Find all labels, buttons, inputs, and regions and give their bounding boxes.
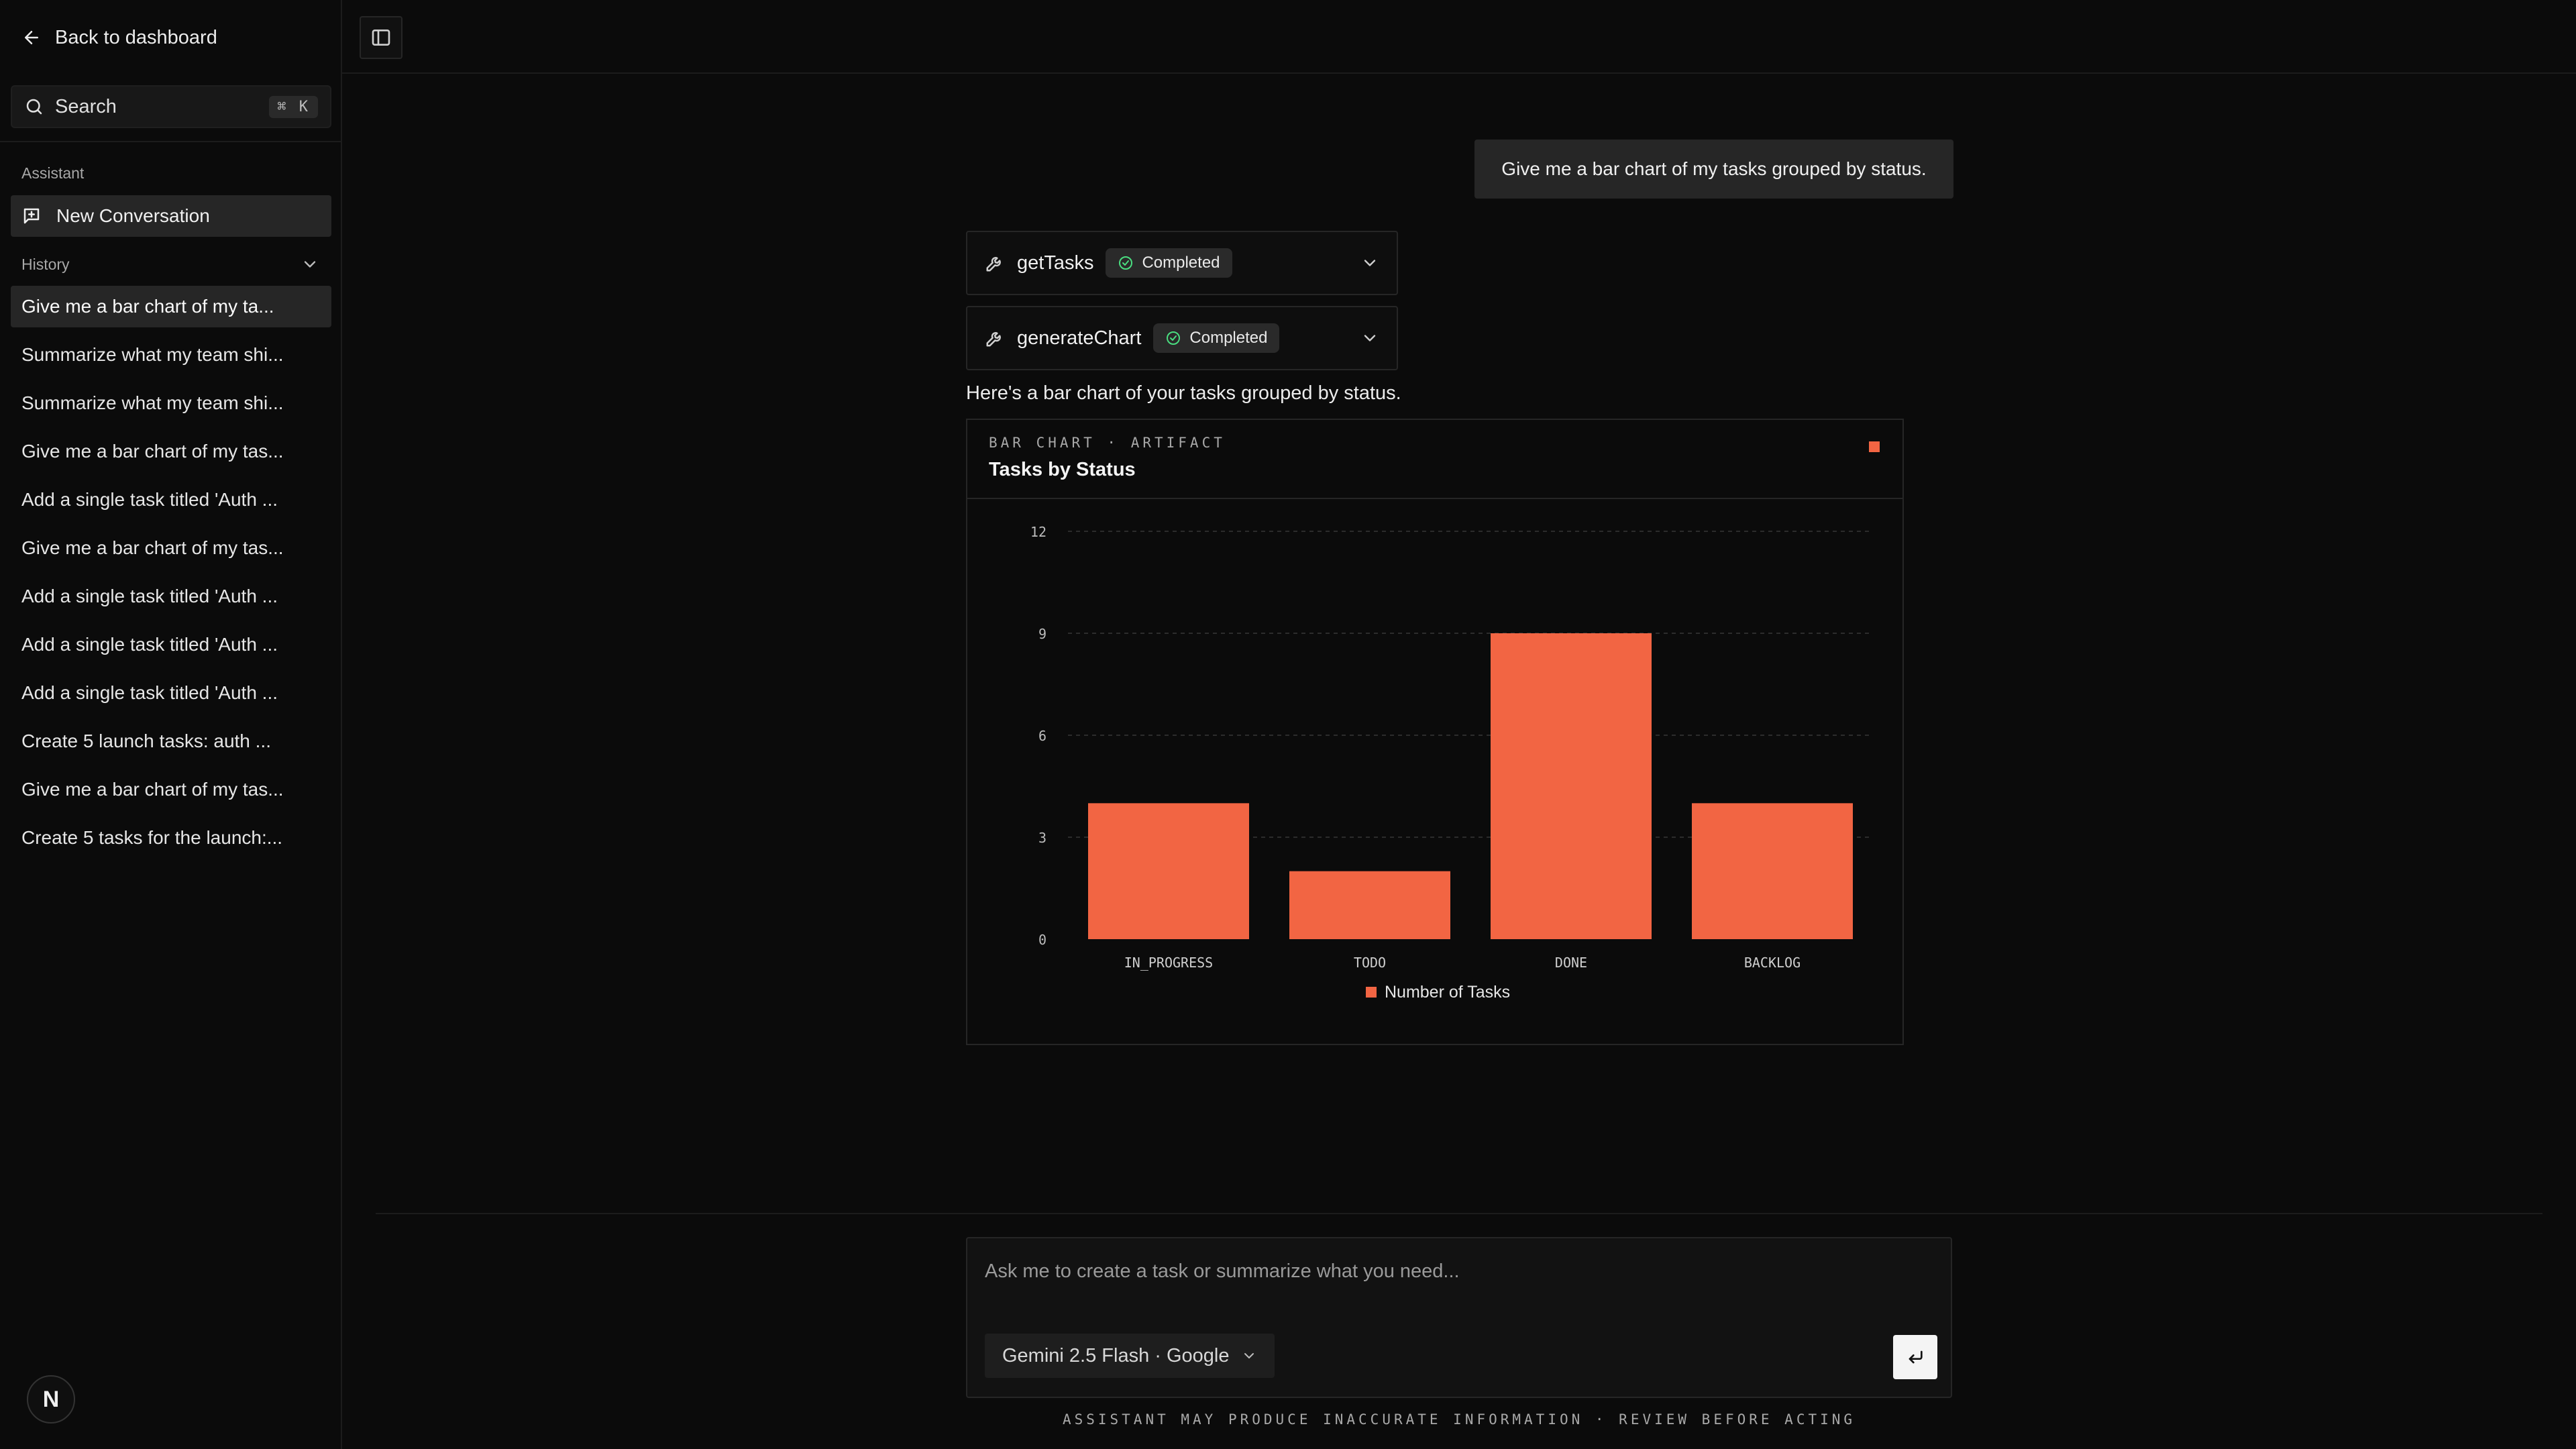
status-badge: Completed — [1153, 323, 1280, 353]
artifact-title: Tasks by Status — [989, 459, 1136, 480]
tool-name: generateChart — [1017, 327, 1142, 349]
arrow-left-icon — [25, 31, 38, 44]
y-tick-label: 12 — [1030, 524, 1046, 540]
history-list: Give me a bar chart of my ta... Summariz… — [11, 286, 331, 865]
user-message-text: Give me a bar chart of my tasks grouped … — [1501, 158, 1927, 179]
check-circle-icon — [1167, 331, 1181, 345]
app-logo[interactable]: N — [27, 1375, 75, 1424]
wrench-icon — [986, 257, 1001, 272]
wrench-icon — [986, 332, 1001, 347]
chart-artifact: BAR CHART · ARTIFACT Tasks by Status 0 3 6… — [966, 419, 1904, 1045]
history-item[interactable]: Summarize what my team shi... — [11, 334, 331, 376]
x-tick-label: IN_PROGRESS — [1124, 955, 1213, 971]
y-tick-label: 6 — [1038, 728, 1046, 744]
composer: Gemini 2.5 Flash · Google — [966, 1237, 1952, 1398]
user-message: Give me a bar chart of my tasks grouped … — [1474, 140, 1953, 199]
message-plus-icon — [23, 208, 40, 224]
history-item[interactable]: Summarize what my team shi... — [11, 382, 331, 424]
search-button[interactable]: Search ⌘ K — [11, 85, 331, 128]
sidebar-panel-icon — [372, 30, 390, 46]
chevron-down-icon — [1364, 335, 1376, 341]
status-badge: Completed — [1106, 248, 1232, 278]
new-conversation-label: New Conversation — [56, 205, 210, 226]
legend-label: Number of Tasks — [1385, 983, 1510, 1002]
history-item[interactable]: Add a single task titled 'Auth ... — [11, 624, 331, 665]
new-conversation-button[interactable]: New Conversation — [11, 195, 331, 237]
model-label: Gemini 2.5 Flash · Google — [1002, 1344, 1230, 1366]
x-tick-label: DONE — [1555, 955, 1587, 971]
y-tick-label: 0 — [1038, 932, 1046, 948]
sidebar-toggle-button[interactable] — [360, 16, 402, 59]
bar — [1692, 803, 1853, 939]
x-tick-label: BACKLOG — [1744, 955, 1801, 971]
y-tick-label: 9 — [1038, 626, 1046, 642]
top-bar — [342, 0, 2576, 74]
disclaimer: ASSISTANT MAY PRODUCE INACCURATE INFORMA… — [1062, 1411, 1856, 1428]
x-tick-label: TODO — [1354, 955, 1386, 971]
history-item[interactable]: Give me a bar chart of my tas... — [11, 431, 331, 472]
legend-swatch — [1366, 987, 1377, 998]
chevron-down-icon — [1364, 260, 1376, 266]
back-label: Back to dashboard — [55, 26, 217, 48]
history-item[interactable]: Give me a bar chart of my tas... — [11, 769, 331, 810]
assistant-section-label: Assistant — [21, 164, 85, 182]
history-item[interactable]: Give me a bar chart of my tas... — [11, 527, 331, 569]
enter-icon — [1909, 1350, 1923, 1364]
history-item[interactable]: Create 5 launch tasks: auth ... — [11, 720, 331, 762]
status-label: Completed — [1142, 254, 1220, 272]
history-section-label: History — [21, 256, 70, 273]
chat-input[interactable] — [985, 1254, 1924, 1288]
tool-name: getTasks — [1017, 252, 1094, 274]
back-to-dashboard-link[interactable]: Back to dashboard — [21, 23, 217, 52]
search-label: Search — [55, 95, 117, 117]
search-icon — [26, 99, 42, 115]
chevron-down-icon — [1244, 1353, 1254, 1358]
artifact-header: BAR CHART · ARTIFACT Tasks by Status — [967, 420, 1902, 499]
history-item[interactable]: Add a single task titled 'Auth ... — [11, 576, 331, 617]
history-item[interactable]: Give me a bar chart of my ta... — [11, 286, 331, 327]
sidebar-divider — [0, 141, 342, 142]
tool-call-generatechart[interactable]: generateChart Completed — [966, 306, 1398, 370]
send-button[interactable] — [1893, 1335, 1937, 1379]
bar — [1491, 633, 1652, 939]
y-tick-label: 3 — [1038, 830, 1046, 846]
artifact-status-dot — [1869, 441, 1880, 452]
check-circle-icon — [1119, 256, 1133, 270]
artifact-kicker: BAR CHART · ARTIFACT — [989, 435, 1226, 451]
bar — [1289, 871, 1450, 939]
model-selector[interactable]: Gemini 2.5 Flash · Google — [985, 1334, 1275, 1378]
history-item[interactable]: Create 5 tasks for the launch:... — [11, 817, 331, 859]
history-item[interactable]: Add a single task titled 'Auth ... — [11, 479, 331, 521]
composer-divider — [376, 1213, 2542, 1214]
chevron-down-icon[interactable] — [301, 255, 319, 274]
assistant-message: Here's a bar chart of your tasks grouped… — [966, 382, 1401, 404]
history-item[interactable]: Add a single task titled 'Auth ... — [11, 672, 331, 714]
logo-letter: N — [42, 1386, 60, 1412]
bar — [1088, 803, 1249, 939]
search-shortcut: ⌘ K — [269, 95, 318, 118]
sidebar: Back to dashboard Search ⌘ K Assistant N… — [0, 0, 342, 1449]
bar-chart: 0 3 6 9 12 IN_PROGRESS TODO DONE BACKLOG Number o… — [1030, 524, 1873, 1002]
status-label: Completed — [1189, 329, 1268, 347]
tool-call-gettasks[interactable]: getTasks Completed — [966, 231, 1398, 295]
